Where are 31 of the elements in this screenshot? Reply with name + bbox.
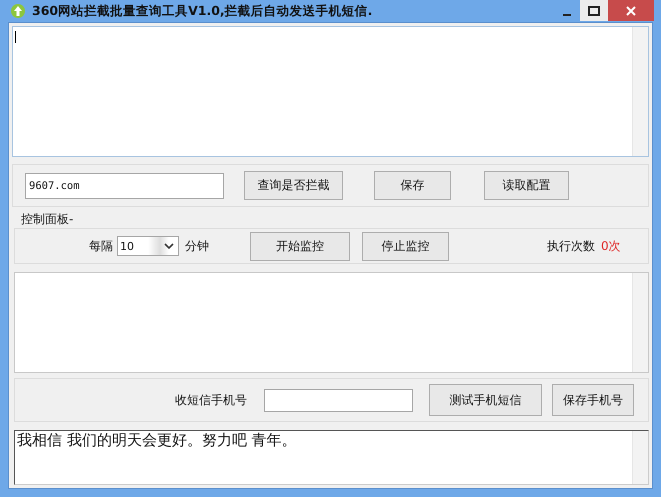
monitor-button[interactable]: 开始监控	[250, 232, 350, 260]
query-panel-button[interactable]: 查询是否拦截	[244, 171, 343, 200]
count-label: 执行次数	[547, 238, 595, 254]
interval-label: 每隔	[89, 238, 113, 254]
maximize-button[interactable]	[580, 0, 608, 21]
scrollbar[interactable]	[632, 273, 648, 372]
close-button[interactable]	[608, 0, 654, 21]
unit-label: 分钟	[185, 238, 209, 254]
monitor-button[interactable]: 停止监控	[362, 232, 449, 260]
phone-field[interactable]	[264, 388, 413, 412]
url-field[interactable]: 9607.com	[25, 172, 224, 198]
message-text: 我相信 我们的明天会更好。努力吧 青年。	[17, 431, 297, 450]
app-icon	[10, 3, 26, 19]
sms-button[interactable]: 测试手机短信	[429, 384, 542, 416]
phone-label: 收短信手机号	[175, 392, 247, 408]
query-panel-button[interactable]: 保存	[374, 171, 451, 200]
group-title: 控制面板-	[21, 211, 74, 227]
log-area[interactable]	[12, 26, 649, 157]
count-value: 0次	[601, 238, 621, 254]
sms-button[interactable]: 保存手机号	[552, 384, 634, 416]
close-icon	[625, 6, 637, 16]
interval-select[interactable]: 10	[117, 236, 179, 256]
message-area[interactable]: 我相信 我们的明天会更好。努力吧 青年。	[14, 430, 649, 485]
output-area[interactable]	[14, 272, 649, 373]
scrollbar[interactable]	[632, 27, 648, 156]
scrollbar[interactable]	[632, 431, 648, 484]
window-title: 360网站拦截批量查询工具V1.0,拦截后自动发送手机短信.	[32, 2, 372, 20]
minimize-icon	[562, 14, 570, 16]
maximize-icon	[588, 6, 600, 16]
dropdown-icon	[164, 242, 174, 250]
query-panel-button[interactable]: 读取配置	[484, 171, 569, 200]
